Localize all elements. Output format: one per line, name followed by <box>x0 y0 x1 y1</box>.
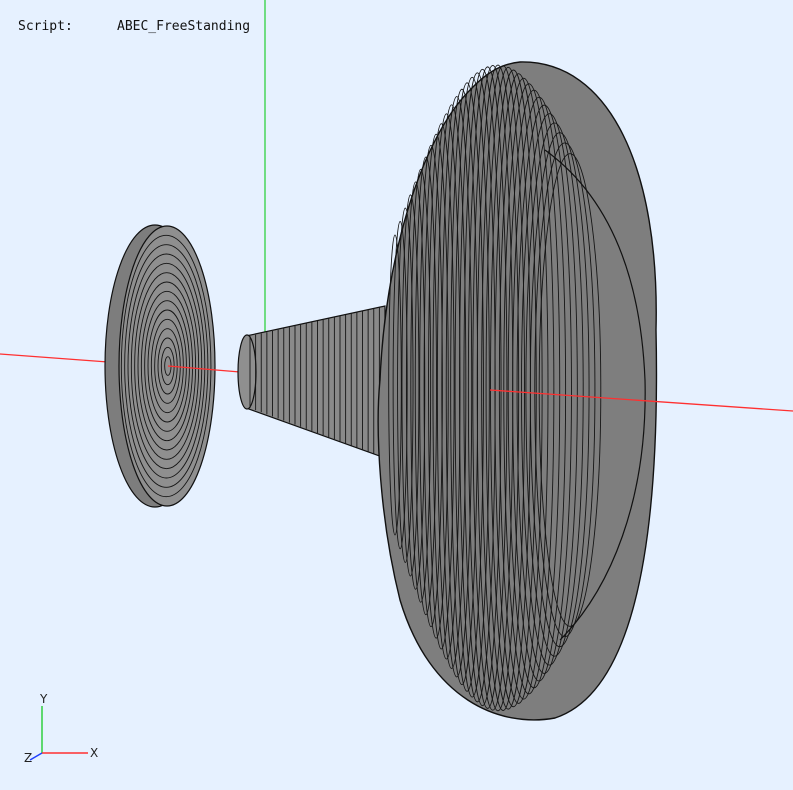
source-disc[interactable] <box>104 224 216 508</box>
script-name: ABEC_FreeStanding <box>117 19 251 34</box>
axis-triad: Y X Z <box>24 692 98 765</box>
3d-viewport[interactable]: Y X Z Script: ABEC_FreeStanding <box>0 0 793 786</box>
horn-mouth[interactable] <box>377 61 658 721</box>
script-label: Script: <box>18 19 73 34</box>
triad-x-label: X <box>90 746 98 760</box>
triad-z-label: Z <box>24 751 32 765</box>
scene-canvas[interactable]: Y X Z <box>0 0 793 786</box>
x-axis-line-left <box>0 353 109 363</box>
triad-y-label: Y <box>39 692 48 706</box>
horn-throat[interactable] <box>237 305 386 459</box>
